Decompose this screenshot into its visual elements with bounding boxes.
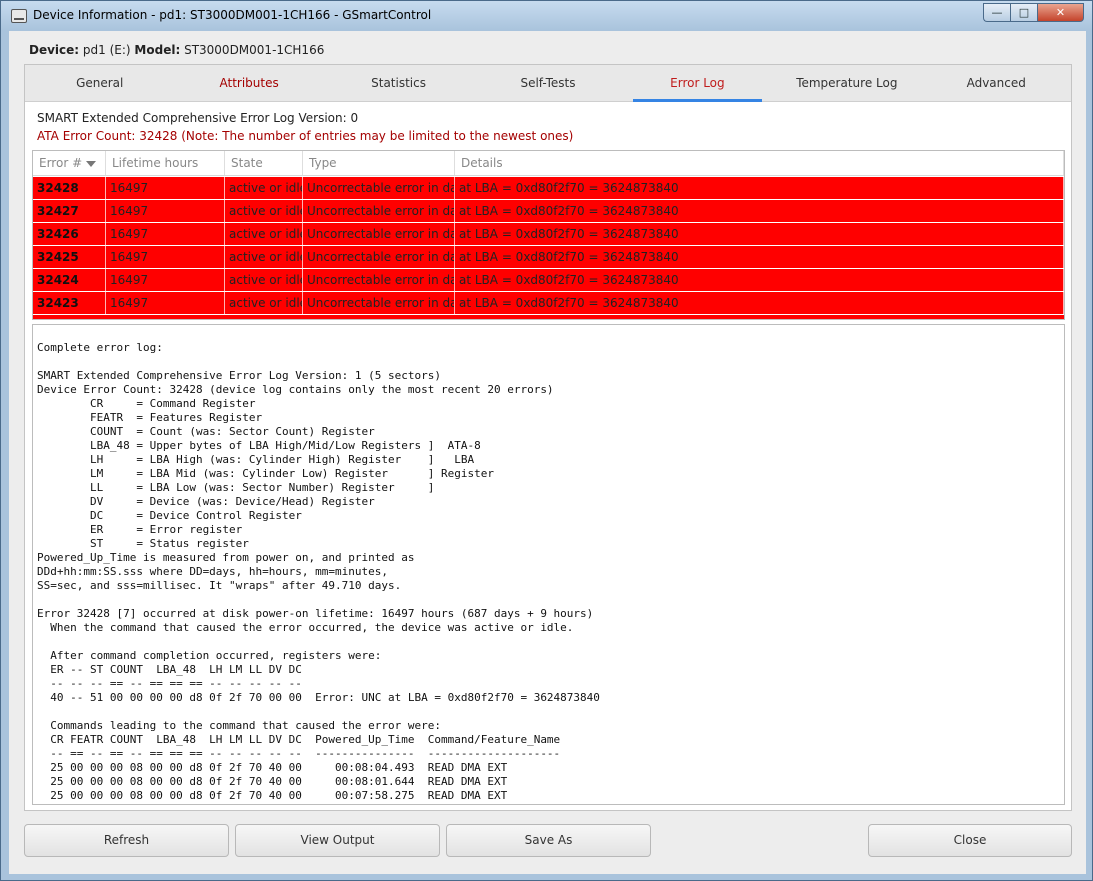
table-row-partial [33,315,1064,319]
error-log-text: Complete error log: SMART Extended Compr… [37,341,600,802]
error-table[interactable]: Error # Lifetime hours State Type Detail… [32,150,1065,320]
device-line: Device: pd1 (E:) Model: ST3000DM001-1CH1… [29,43,324,57]
tab-self-tests[interactable]: Self-Tests [473,65,622,101]
log-version-text: SMART Extended Comprehensive Error Log V… [37,111,359,125]
type-cell: Uncorrectable error in data [303,177,455,199]
tab-notebook: General Attributes Statistics Self-Tests… [24,64,1072,811]
error-number-cell: 32423 [33,292,106,314]
lifetime-hours-cell: 16497 [106,292,225,314]
table-row[interactable]: 32427 16497 active or idle Uncorrectable… [33,200,1064,223]
details-cell: at LBA = 0xd80f2f70 = 3624873840 [455,269,1064,291]
table-row[interactable]: 32426 16497 active or idle Uncorrectable… [33,223,1064,246]
view-output-button[interactable]: View Output [235,824,440,857]
state-cell: active or idle [225,177,303,199]
error-number-cell: 32428 [33,177,106,199]
state-cell: active or idle [225,200,303,222]
window-title: Device Information - pd1: ST3000DM001-1C… [33,8,432,22]
sort-descending-icon [86,160,97,167]
lifetime-hours-cell: 16497 [106,200,225,222]
state-cell: active or idle [225,292,303,314]
state-cell: active or idle [225,246,303,268]
complete-error-log[interactable]: Complete error log: SMART Extended Compr… [32,324,1065,805]
table-header: Error # Lifetime hours State Type Detail… [33,151,1064,176]
device-value: pd1 (E:) [82,43,131,57]
model-label: Model: [134,43,181,57]
lifetime-hours-cell: 16497 [106,246,225,268]
column-header-details[interactable]: Details [455,151,1064,175]
refresh-button[interactable]: Refresh [24,824,229,857]
tab-error-log[interactable]: Error Log [623,65,772,102]
tab-statistics[interactable]: Statistics [324,65,473,101]
details-cell: at LBA = 0xd80f2f70 = 3624873840 [455,200,1064,222]
column-header-label: Error # [39,156,83,170]
dialog-body: Device: pd1 (E:) Model: ST3000DM001-1CH1… [9,31,1086,874]
error-number-cell: 32425 [33,246,106,268]
error-number-cell: 32427 [33,200,106,222]
device-label: Device: [29,43,80,57]
error-count-text: ATA Error Count: 32428 (Note: The number… [37,129,574,143]
type-cell: Uncorrectable error in data [303,246,455,268]
column-header-lifetime-hours[interactable]: Lifetime hours [106,151,225,175]
type-cell: Uncorrectable error in data [303,269,455,291]
title-bar[interactable]: Device Information - pd1: ST3000DM001-1C… [1,1,1092,31]
main-window: Device Information - pd1: ST3000DM001-1C… [0,0,1093,881]
lifetime-hours-cell: 16497 [106,223,225,245]
table-row[interactable]: 32423 16497 active or idle Uncorrectable… [33,292,1064,315]
tab-temperature-log[interactable]: Temperature Log [772,65,921,101]
state-cell: active or idle [225,223,303,245]
error-number-cell: 32424 [33,269,106,291]
lifetime-hours-cell: 16497 [106,177,225,199]
tab-advanced[interactable]: Advanced [922,65,1071,101]
details-cell: at LBA = 0xd80f2f70 = 3624873840 [455,223,1064,245]
error-number-cell: 32426 [33,223,106,245]
table-row[interactable]: 32425 16497 active or idle Uncorrectable… [33,246,1064,269]
details-cell: at LBA = 0xd80f2f70 = 3624873840 [455,292,1064,314]
window-controls: — □ ✕ [983,3,1084,22]
close-icon[interactable]: ✕ [1037,3,1084,22]
close-button[interactable]: Close [868,824,1072,857]
details-cell: at LBA = 0xd80f2f70 = 3624873840 [455,246,1064,268]
type-cell: Uncorrectable error in data [303,200,455,222]
save-as-button[interactable]: Save As [446,824,651,857]
model-value: ST3000DM001-1CH166 [184,43,325,57]
tab-attributes[interactable]: Attributes [174,65,323,101]
column-header-state[interactable]: State [225,151,303,175]
lifetime-hours-cell: 16497 [106,269,225,291]
tab-bar: General Attributes Statistics Self-Tests… [25,65,1071,102]
column-header-type[interactable]: Type [303,151,455,175]
tab-general[interactable]: General [25,65,174,101]
type-cell: Uncorrectable error in data [303,292,455,314]
details-cell: at LBA = 0xd80f2f70 = 3624873840 [455,177,1064,199]
maximize-icon[interactable]: □ [1010,3,1037,22]
type-cell: Uncorrectable error in data [303,223,455,245]
minimize-icon[interactable]: — [983,3,1010,22]
column-header-error-number[interactable]: Error # [33,151,106,175]
state-cell: active or idle [225,269,303,291]
table-row[interactable]: 32428 16497 active or idle Uncorrectable… [33,177,1064,200]
table-row[interactable]: 32424 16497 active or idle Uncorrectable… [33,269,1064,292]
app-icon [11,9,27,23]
